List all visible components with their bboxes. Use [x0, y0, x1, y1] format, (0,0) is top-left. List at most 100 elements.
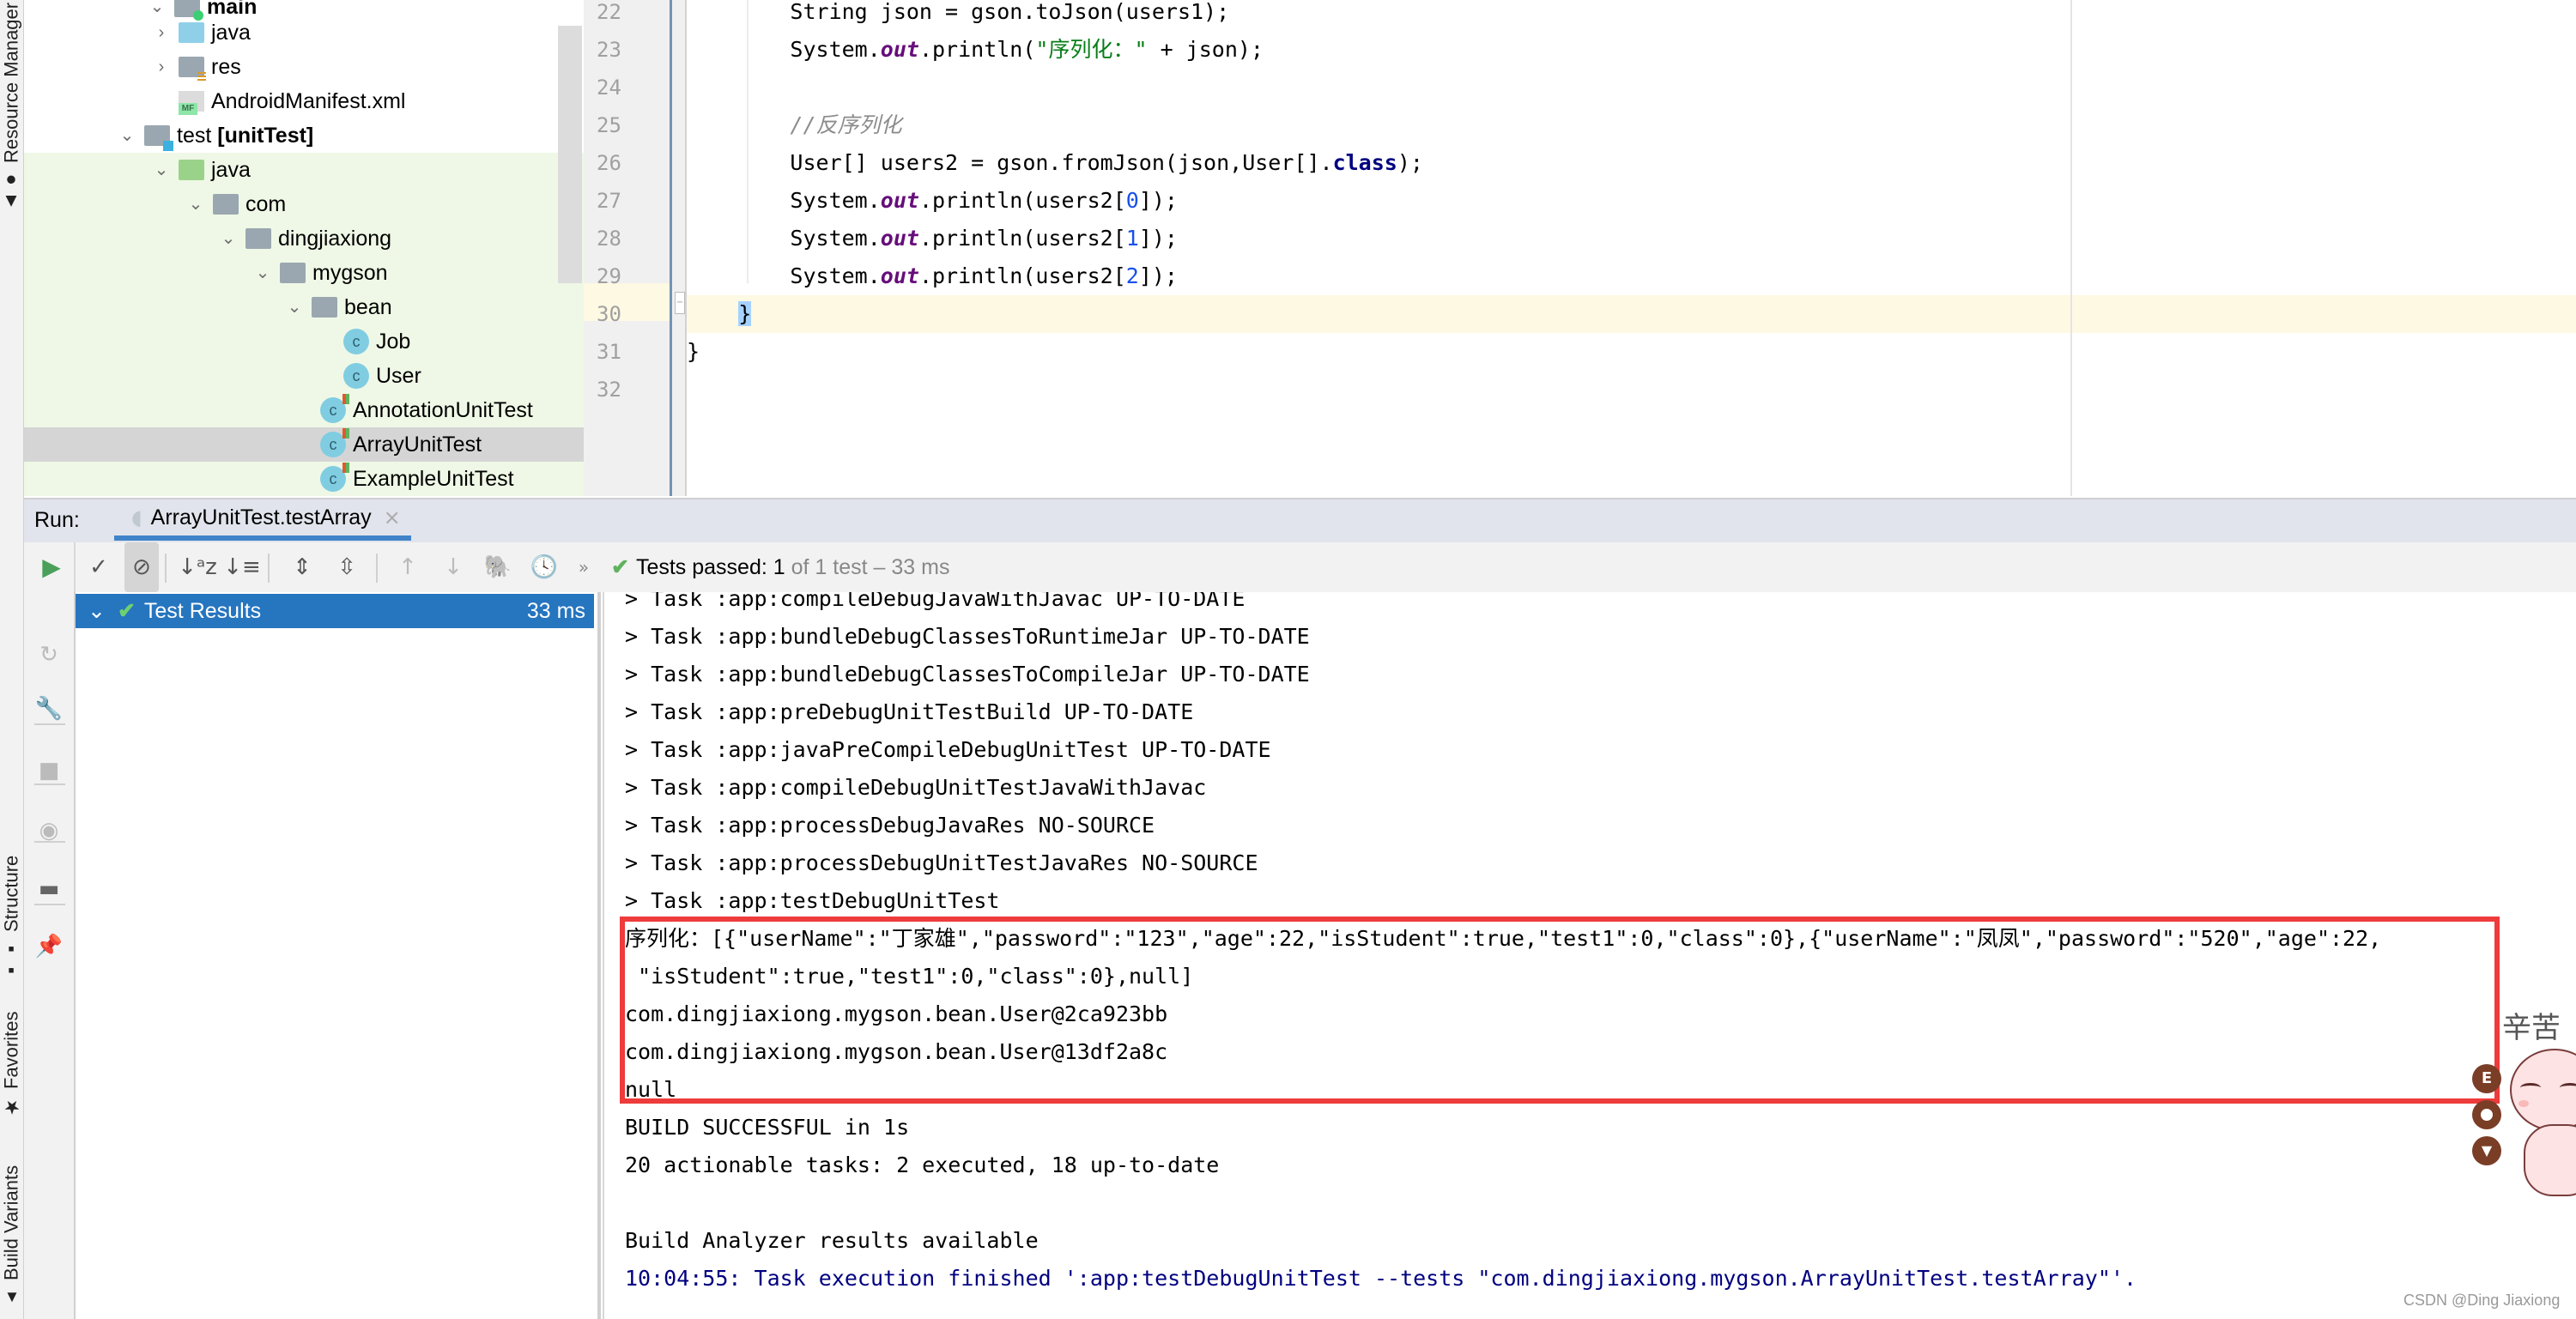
toolbar-separator — [268, 554, 270, 583]
chevron-down-icon[interactable]: ⌄ — [148, 0, 166, 15]
tree-item-exampleunittest[interactable]: c ExampleUnitTest — [24, 462, 584, 496]
test-class-icon: c — [320, 394, 349, 423]
tree-item-java-main[interactable]: › java — [24, 15, 584, 50]
code-token: //反序列化 — [790, 112, 902, 137]
code-line[interactable]: System.out.println(users2[2]); — [687, 257, 2576, 295]
console-line: > Task :app:compileDebugJavaWithJavac UP… — [625, 592, 1246, 611]
gradle-elephant-icon: ◖ — [131, 505, 142, 529]
tree-item-job[interactable]: c Job — [24, 324, 584, 359]
project-tree: ⌄ main › java › res MF AndroidManifest.x… — [24, 0, 584, 496]
code-line[interactable]: System.out.println(users2[1]); — [687, 220, 2576, 257]
view-button[interactable]: ◉ — [24, 812, 74, 850]
left-tool-strip: ▲● Resource Manager ▪▪ Structure ★ Favor… — [0, 0, 24, 1319]
code-token: System. — [687, 37, 881, 62]
highlight-annotation-box — [620, 917, 2500, 1104]
chevron-right-icon[interactable]: › — [153, 24, 170, 41]
code-line[interactable] — [687, 69, 2576, 106]
code-line[interactable]: User[] users2 = gson.fromJson(json,User[… — [687, 144, 2576, 182]
test-history-button[interactable]: 🕓 — [527, 542, 561, 592]
code-line[interactable]: System.out.println(users2[0]); — [687, 182, 2576, 220]
run-tool-window-header: Run: ◖ ArrayUnitTest.testArray × — [24, 498, 2576, 544]
code-token: 0 — [1125, 188, 1139, 213]
tree-item-test[interactable]: ⌄ test [unitTest] — [24, 118, 584, 153]
rerun-failed-button[interactable]: ↻ — [24, 636, 74, 674]
build-variants-tab[interactable]: ▴ Build Variants — [0, 1154, 23, 1319]
code-token: } — [738, 301, 752, 326]
more-button[interactable]: » — [567, 542, 601, 592]
chevron-down-icon[interactable]: ⌄ — [153, 161, 170, 178]
layout-button[interactable]: ▬ — [24, 870, 74, 908]
code-line[interactable] — [687, 371, 2576, 408]
resource-manager-tab[interactable]: ▲● Resource Manager — [0, 0, 23, 215]
resource-manager-icon: ▲● — [0, 169, 22, 213]
tree-item-bean[interactable]: ⌄ bean — [24, 290, 584, 324]
chevron-down-icon[interactable]: ⌄ — [286, 299, 303, 316]
code-token: out — [880, 226, 919, 251]
close-tab-icon[interactable]: × — [384, 505, 401, 529]
favorites-tab[interactable]: ★ Favorites — [0, 1004, 23, 1124]
tree-item-annotationunittest[interactable]: c AnnotationUnitTest — [24, 393, 584, 427]
chevron-down-icon[interactable]: ⌄ — [220, 230, 237, 247]
line-number: 22 — [597, 0, 621, 24]
toolbar-separator — [376, 554, 378, 583]
tree-item-mygson[interactable]: ⌄ mygson — [24, 256, 584, 290]
code-token: .println(users2[ — [918, 188, 1126, 213]
tree-item-res[interactable]: › res — [24, 50, 584, 84]
chevron-down-icon[interactable]: ⌄ — [254, 264, 271, 281]
pin-button[interactable]: 📌 — [24, 928, 74, 965]
tree-item-java-test[interactable]: ⌄ java — [24, 153, 584, 187]
show-passed-button[interactable]: ✓ — [82, 542, 116, 592]
code-line[interactable]: System.out.println("序列化：" + json); — [687, 31, 2576, 69]
sort-alphabetically-button[interactable]: ↓ᵃz — [178, 542, 217, 592]
previous-failed-button[interactable]: ↑ — [391, 542, 425, 592]
console-line: > Task :app:processDebugUnitTestJavaRes … — [625, 850, 1258, 875]
package-icon — [280, 263, 306, 283]
line-number: 28 — [597, 227, 621, 251]
chevron-down-icon[interactable]: ⌄ — [118, 127, 136, 144]
right-margin-guide — [2070, 0, 2072, 496]
test-results-root[interactable]: ⌄ ✔ Test Results 33 ms — [76, 594, 594, 628]
code-token: } — [687, 339, 700, 364]
sort-by-duration-button[interactable]: ↓≡ — [223, 542, 261, 592]
console-line: > Task :app:preDebugUnitTestBuild UP-TO-… — [625, 699, 1194, 724]
run-tab[interactable]: ◖ ArrayUnitTest.testArray × — [114, 499, 411, 541]
code-token: out — [880, 37, 919, 62]
tree-item-androidmanifest[interactable]: MF AndroidManifest.xml — [24, 84, 584, 118]
code-line[interactable]: String json = gson.toJson(users1); — [687, 0, 2576, 31]
console-line: BUILD SUCCESSFUL in 1s — [625, 1115, 910, 1140]
rerun-icon[interactable]: ▶ — [34, 549, 69, 584]
line-number: 30 — [597, 302, 621, 326]
chevron-down-icon[interactable]: ⌄ — [187, 196, 204, 213]
structure-tab[interactable]: ▪▪ Structure — [0, 855, 23, 981]
project-tree-scrollbar[interactable] — [558, 26, 582, 283]
settings-wrench-button[interactable]: 🔧 — [24, 690, 74, 728]
side-toolbar-separator — [34, 904, 65, 905]
code-line[interactable]: //反序列化 — [687, 106, 2576, 144]
code-token: 2 — [1125, 263, 1139, 288]
expand-all-button[interactable]: ⇕ — [285, 542, 319, 592]
import-tests-button[interactable]: 🐘 — [481, 542, 515, 592]
console-line: 10:04:55: Task execution finished ':app:… — [625, 1266, 2137, 1291]
console-line: > Task :app:testDebugUnitTest — [625, 888, 1000, 913]
code-editor[interactable]: String json = gson.toJson(users1); Syste… — [687, 0, 2576, 496]
show-ignored-button[interactable]: ⊘ — [124, 542, 159, 592]
next-failed-button[interactable]: ↓ — [436, 542, 470, 592]
fold-marker-icon[interactable]: − — [675, 292, 685, 314]
pass-check-icon: ✔ — [117, 599, 136, 623]
structure-icon: ▪▪ — [0, 938, 22, 982]
tree-item-com[interactable]: ⌄ com — [24, 187, 584, 221]
android-icon: ▴ — [0, 1286, 22, 1309]
code-line[interactable]: } — [687, 333, 2576, 371]
pass-check-icon: ✔ — [611, 555, 629, 579]
chevron-right-icon[interactable]: › — [153, 58, 170, 76]
code-line[interactable]: } — [687, 295, 2576, 333]
chevron-down-icon[interactable]: ⌄ — [88, 598, 106, 624]
collapse-all-button[interactable]: ⇳ — [330, 542, 364, 592]
code-token: ]); — [1138, 263, 1178, 288]
test-module-icon — [144, 125, 173, 151]
tree-item-dingjiaxiong[interactable]: ⌄ dingjiaxiong — [24, 221, 584, 256]
tree-item-arrayunittest[interactable]: c ArrayUnitTest — [24, 427, 584, 462]
fold-column — [672, 0, 687, 496]
tree-item-user[interactable]: c User — [24, 359, 584, 393]
source-folder-icon — [179, 22, 204, 43]
